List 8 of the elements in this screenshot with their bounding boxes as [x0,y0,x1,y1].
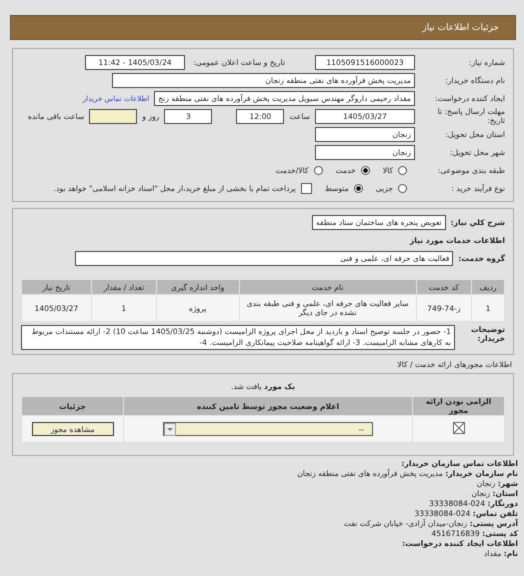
radio-button[interactable] [398,184,407,192]
radio-button[interactable] [354,184,363,192]
page-title: جزئیات اطلاعات نیاز [422,22,499,32]
hours-field [89,108,138,124]
checkbox[interactable] [300,182,312,194]
radio-button[interactable] [398,166,407,174]
radio-button[interactable] [314,166,323,174]
radio-button[interactable] [360,166,370,174]
